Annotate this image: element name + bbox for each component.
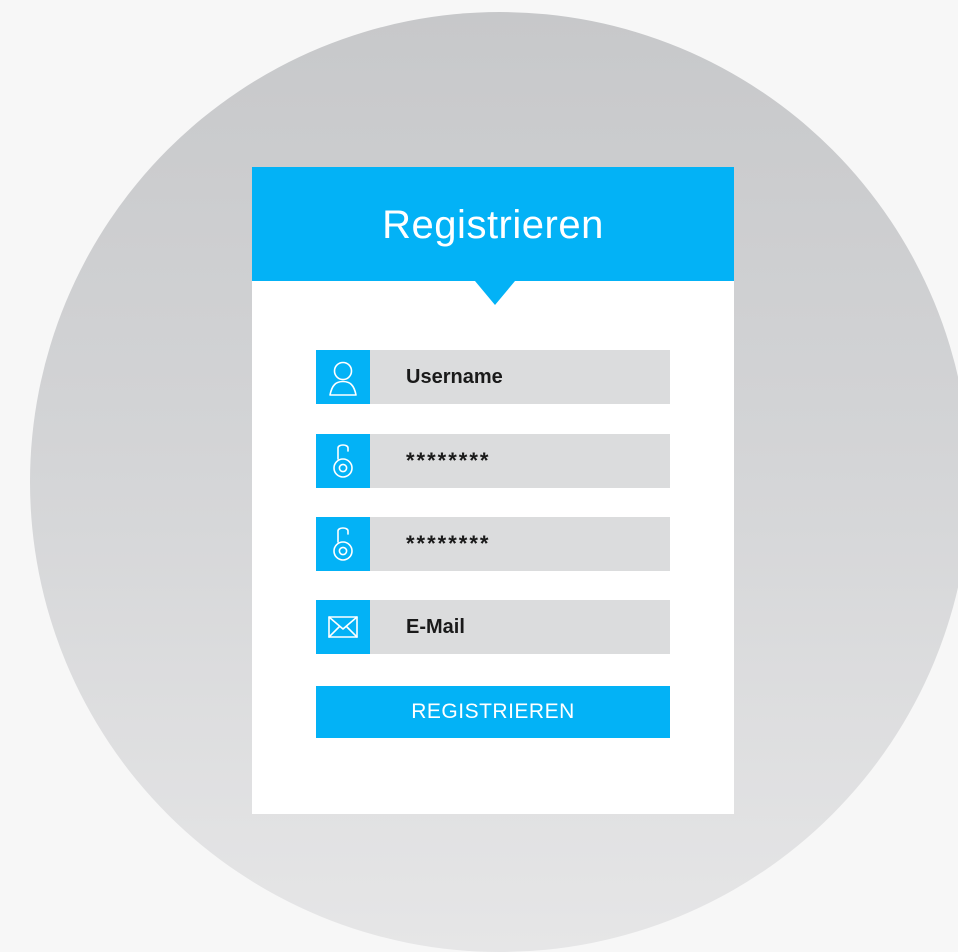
register-button[interactable]: REGISTRIEREN bbox=[316, 686, 670, 738]
password-input[interactable] bbox=[370, 434, 670, 488]
page-title: Registrieren bbox=[382, 203, 604, 247]
lock-icon bbox=[316, 517, 370, 571]
lock-icon bbox=[316, 434, 370, 488]
card-header: Registrieren bbox=[252, 167, 734, 281]
username-input[interactable] bbox=[370, 350, 670, 404]
username-field bbox=[316, 350, 670, 404]
email-input[interactable] bbox=[370, 600, 670, 654]
mail-icon bbox=[316, 600, 370, 654]
confirm-password-input[interactable] bbox=[370, 517, 670, 571]
header-pointer bbox=[475, 281, 515, 305]
registration-card: Registrieren Username ******** ******** … bbox=[252, 167, 734, 814]
email-field bbox=[316, 600, 670, 654]
password-field bbox=[316, 434, 670, 488]
confirm-password-field bbox=[316, 517, 670, 571]
user-icon bbox=[316, 350, 370, 404]
